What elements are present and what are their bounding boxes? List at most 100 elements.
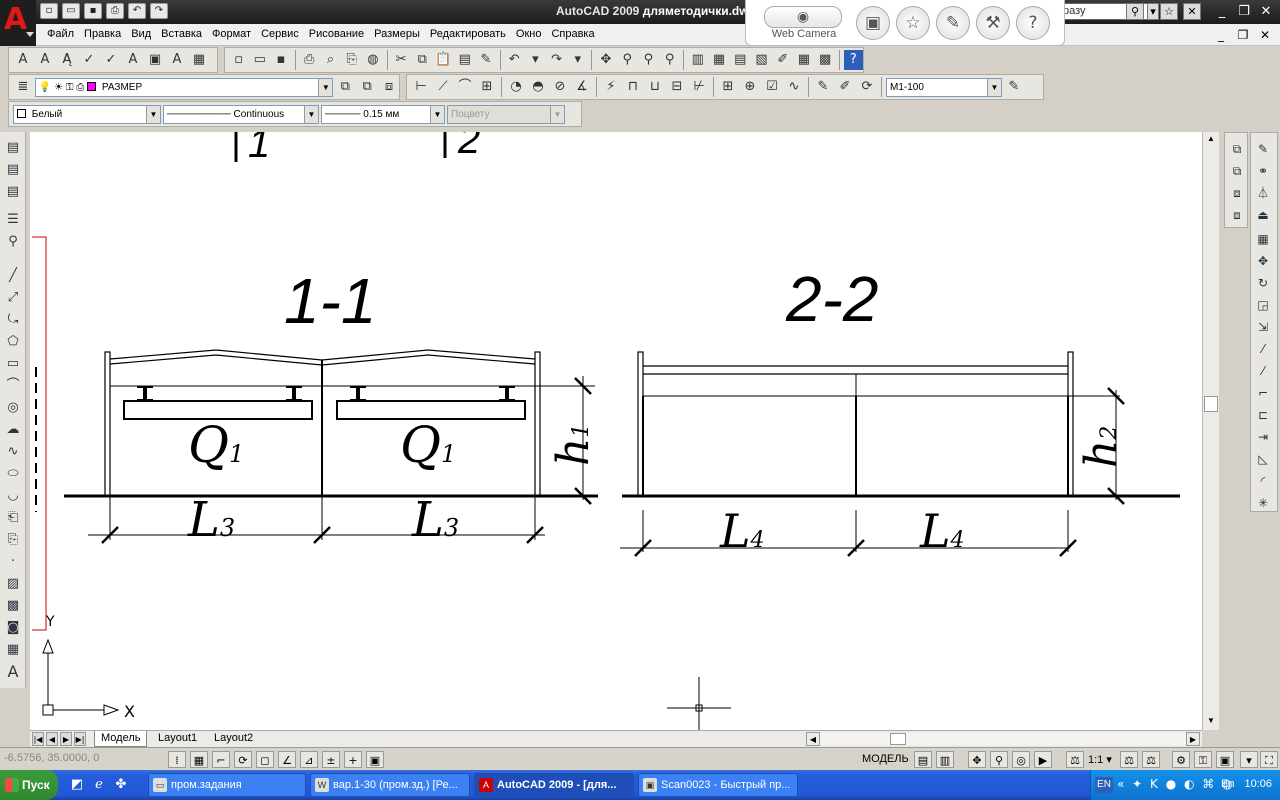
layer-previous-icon[interactable]: ⧉ — [357, 77, 377, 97]
angular-dimension-icon[interactable]: ∡ — [572, 77, 592, 97]
lineweight-dropdown[interactable]: ───── 0.15 мм ▼ — [321, 104, 445, 124]
webcam-button[interactable]: ◉ Web Camera — [764, 6, 844, 42]
tray-language[interactable]: En — [1221, 778, 1234, 790]
circle-icon[interactable]: ◎ — [3, 398, 23, 418]
osnap-icon[interactable]: ◻ — [256, 751, 274, 768]
help-icon[interactable]: ? — [1016, 6, 1050, 40]
linetype-dropdown[interactable]: ───────── Continuous ▼ — [163, 104, 319, 124]
redo-icon[interactable]: ↷ — [547, 50, 566, 70]
design-center-icon[interactable]: ▦ — [709, 50, 728, 70]
color-dropdown[interactable]: Белый ▼ — [13, 104, 161, 124]
arc-icon[interactable]: ⌒ — [3, 376, 23, 396]
cut-icon[interactable]: ✂ — [391, 50, 410, 70]
ortho-icon[interactable]: ⌐ — [212, 751, 230, 768]
break-at-point-icon[interactable]: ⌐ — [1253, 383, 1273, 403]
qnew-icon[interactable]: ▫ — [229, 50, 248, 70]
chamfer-icon[interactable]: ◺ — [1253, 449, 1273, 469]
pan-status-icon[interactable]: ✥ — [968, 751, 986, 768]
browser-icon[interactable]: ℯ — [90, 776, 108, 794]
save-icon[interactable]: ▪ — [84, 3, 102, 19]
doc-minimize-button[interactable]: _ — [1212, 27, 1230, 43]
status-menu-icon[interactable]: ▾ — [1240, 751, 1258, 768]
dimension-style-dropdown[interactable]: М1-100 ▼ — [886, 77, 1002, 97]
annotation-scale-icon[interactable]: ⚖ — [1066, 751, 1084, 768]
scroll-left-icon[interactable]: ◀ — [806, 732, 820, 746]
chevron-down-icon[interactable]: ▾ — [1147, 3, 1159, 20]
block-editor-icon[interactable]: ✎ — [476, 50, 495, 70]
menu-file[interactable]: Файл — [46, 28, 83, 40]
drawing-canvas[interactable]: 1 2 1-1 2-2 Q1 Q1 L3 L3 h1 L4 L4 h2 X Y — [30, 132, 1202, 730]
array-icon[interactable]: ▦ — [1253, 229, 1273, 249]
open-icon[interactable]: ▭ — [250, 50, 269, 70]
copy-object-icon[interactable]: ⚭ — [1253, 161, 1273, 181]
tab-last-icon[interactable]: ▶| — [74, 732, 86, 746]
dimension-space-icon[interactable]: ⊟ — [667, 77, 687, 97]
explode-icon[interactable]: ✳ — [1253, 493, 1273, 513]
menu-view[interactable]: Вид — [130, 28, 160, 40]
dimension-break-icon[interactable]: ⊬ — [689, 77, 709, 97]
zoom-previous-icon[interactable]: ⚲ — [660, 50, 679, 70]
help-icon[interactable]: ? — [843, 50, 863, 70]
menu-insert[interactable]: Вставка — [160, 28, 211, 40]
tab-next-icon[interactable]: ▶ — [60, 732, 72, 746]
tab-prev-icon[interactable]: ◀ — [46, 732, 58, 746]
doc-close-button[interactable]: ✕ — [1256, 27, 1274, 43]
gradient-icon[interactable]: ▩ — [3, 596, 23, 616]
bring-front-icon[interactable]: ⧉ — [1227, 139, 1247, 159]
join-icon[interactable]: ⇥ — [1253, 427, 1273, 447]
zoom-status-icon[interactable]: ⚲ — [990, 751, 1008, 768]
tolerance-icon[interactable]: ⊞ — [718, 77, 738, 97]
layer-manager-icon[interactable]: ≣ — [13, 77, 33, 97]
task-autocad[interactable]: A AutoCAD 2009 - [для... — [474, 773, 634, 797]
h-scroll-thumb[interactable] — [890, 733, 906, 745]
annotation-scale-value[interactable]: 1:1 ▾ — [1088, 753, 1112, 766]
break-icon[interactable]: ⊏ — [1253, 405, 1273, 425]
pan-icon[interactable]: ✥ — [596, 50, 615, 70]
show-desktop-icon[interactable]: ◩ — [68, 776, 86, 794]
ruler-icon[interactable]: ▤ — [3, 160, 23, 180]
zoom-window-icon[interactable]: ⚲ — [639, 50, 658, 70]
paste-icon[interactable]: 📋 — [434, 50, 453, 70]
ducs-icon[interactable]: ⊿ — [300, 751, 318, 768]
match-properties-icon[interactable]: ▤ — [455, 50, 474, 70]
table-style-icon[interactable]: ▦ — [189, 50, 209, 70]
menu-modify[interactable]: Редактировать — [429, 28, 515, 40]
info-icon[interactable]: ✕ — [1183, 3, 1201, 20]
insert-block-icon[interactable]: ⎗ — [3, 508, 23, 528]
continue-dimension-icon[interactable]: ⊔ — [645, 77, 665, 97]
arc-length-icon[interactable]: ⌒ — [455, 77, 475, 97]
move-icon[interactable]: ✥ — [1253, 251, 1273, 271]
rotate-icon[interactable]: ↻ — [1253, 273, 1273, 293]
edit-text-icon[interactable]: Ą — [57, 50, 77, 70]
erase-icon[interactable]: ✎ — [1253, 139, 1273, 159]
task-word-doc[interactable]: Wвар.1-30 (пром.зд.) [Ре... — [310, 773, 470, 797]
undo-icon[interactable]: ↶ — [505, 50, 524, 70]
doc-restore-button[interactable]: ❐ — [1234, 27, 1252, 43]
dimension-style-icon[interactable]: ✎ — [1004, 77, 1024, 97]
text-scale-icon[interactable]: A — [123, 50, 143, 70]
layer-dropdown[interactable]: 💡 ☀ ⚿ ⎙ РАЗМЕР ▼ — [34, 77, 334, 97]
hatch-icon[interactable]: ▨ — [3, 574, 23, 594]
application-menu-button[interactable]: A — [0, 0, 36, 46]
properties-icon[interactable]: ▥ — [688, 50, 707, 70]
jogged-dimension-icon[interactable]: ◓ — [528, 77, 548, 97]
spline-icon[interactable]: ∿ — [3, 442, 23, 462]
wrench-icon[interactable]: ⚒ — [976, 6, 1010, 40]
vertical-scrollbar[interactable]: ▲ ▼ — [1202, 132, 1219, 730]
zoom-realtime-icon[interactable]: ⚲ — [618, 50, 637, 70]
scroll-right-icon[interactable]: ▶ — [1186, 732, 1200, 746]
menu-help[interactable]: Справка — [550, 28, 603, 40]
quick-dimension-icon[interactable]: ⚡ — [601, 77, 621, 97]
markup-icon[interactable]: ✐ — [773, 50, 792, 70]
scale-icon[interactable]: ◲ — [1253, 295, 1273, 315]
portrait-icon[interactable]: ▣ — [856, 6, 890, 40]
mirror-icon[interactable]: ⏃ — [1253, 183, 1273, 203]
menu-window[interactable]: Окно — [515, 28, 551, 40]
clean-screen-icon[interactable]: ▣ — [1216, 751, 1234, 768]
minimize-button[interactable]: _ — [1212, 3, 1232, 20]
qp-icon[interactable]: ▣ — [366, 751, 384, 768]
start-button[interactable]: Пуск — [0, 770, 58, 800]
tab-first-icon[interactable]: |◀ — [32, 732, 44, 746]
make-current-layer-icon[interactable]: ⧉ — [335, 77, 355, 97]
layer-states-icon[interactable]: ⧈ — [379, 77, 399, 97]
